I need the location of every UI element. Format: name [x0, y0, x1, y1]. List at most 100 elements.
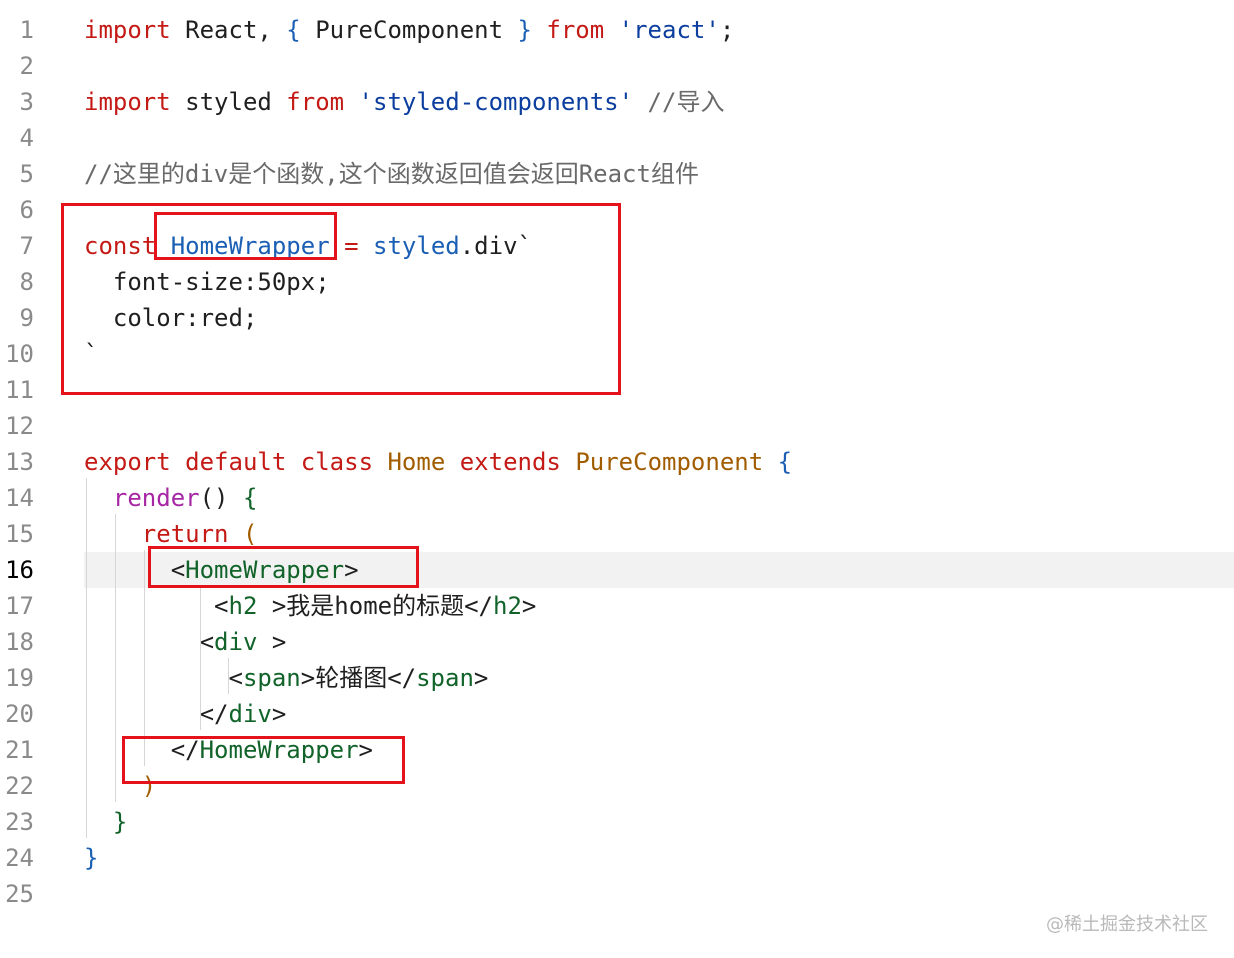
code-token: 'react' — [618, 16, 720, 44]
code-editor[interactable]: 25 24} 23 } 22 ) 21 </HomeWrapper> 20 </div> 1… — [0, 0, 1234, 958]
code-token: >我是home的标题</ — [257, 592, 493, 620]
code-text: import styled from 'styled-components' /… — [84, 84, 724, 120]
line-number: 20 — [5, 700, 34, 728]
code-token: } — [112, 808, 128, 836]
code-line-17[interactable]: 17 <h2 >我是home的标题</h2> — [0, 588, 1234, 624]
code-line-18[interactable]: 18 <div > — [0, 624, 1234, 660]
code-line-5[interactable]: 5 //这里的div是个函数,这个函数返回值会返回React组件 — [0, 156, 1234, 192]
code-token: </ — [84, 700, 229, 728]
code-text: render() { — [84, 480, 258, 516]
code-token: import — [84, 16, 171, 44]
line-number: 22 — [5, 772, 34, 800]
code-text: <h2 >我是home的标题</h2> — [84, 588, 536, 624]
line-number: 17 — [5, 592, 34, 620]
line-number: 1 — [19, 16, 34, 44]
code-token: from — [546, 16, 605, 44]
code-line-1[interactable]: 1 import React, { PureComponent } from 'r… — [0, 12, 1234, 48]
code-token: return — [141, 520, 229, 548]
code-text: } — [84, 804, 127, 840]
code-token: > — [521, 592, 537, 620]
code-line-4[interactable]: 4 — [0, 120, 1234, 156]
code-token: { — [286, 16, 301, 44]
code-token: < — [84, 592, 229, 620]
code-token: import — [84, 88, 171, 116]
code-token: PureComponent — [575, 448, 764, 476]
line-number: 25 — [5, 880, 34, 908]
line-number: 23 — [5, 808, 34, 836]
line-number: 15 — [5, 520, 34, 548]
code-token: from — [286, 88, 345, 116]
line-number: 7 — [19, 232, 34, 260]
code-token: div — [228, 700, 272, 728]
code-token: class — [300, 448, 374, 476]
code-token: styled — [170, 88, 287, 116]
code-line-23[interactable]: 23 } — [0, 804, 1234, 840]
indent-guide — [200, 586, 201, 730]
line-number: 8 — [19, 268, 34, 296]
annotation-box-close-tag — [122, 736, 405, 784]
code-text: //这里的div是个函数,这个函数返回值会返回React组件 — [84, 156, 699, 192]
watermark: @稀土掘金技术社区 — [1046, 914, 1208, 935]
annotation-box-open-tag — [148, 546, 419, 588]
code-token: extends — [459, 448, 561, 476]
code-token: ( — [242, 520, 258, 548]
line-number: 11 — [5, 376, 34, 404]
line-number: 4 — [19, 124, 34, 152]
code-token: div — [214, 628, 258, 656]
code-line-24[interactable]: 24} — [0, 840, 1234, 876]
code-token: h2 — [493, 592, 522, 620]
annotation-box-styled-block — [61, 203, 621, 395]
line-number: 6 — [19, 196, 34, 224]
indent-guide — [228, 658, 229, 694]
code-token: } — [84, 844, 99, 872]
code-token: span — [416, 664, 474, 692]
line-number: 12 — [5, 412, 34, 440]
code-line-20[interactable]: 20 </div> — [0, 696, 1234, 732]
indent-guide — [86, 478, 87, 838]
line-number: 18 — [5, 628, 34, 656]
line-number: 16 — [5, 556, 34, 584]
code-token: >轮播图</ — [300, 664, 417, 692]
code-token: PureComponent — [300, 16, 518, 44]
code-token: render — [112, 484, 200, 512]
code-line-14[interactable]: 14 render() { — [0, 480, 1234, 516]
code-token: < — [84, 628, 215, 656]
code-text: export default class Home extends PureCo… — [84, 444, 792, 480]
code-line-13[interactable]: 13 export default class Home extends Pure… — [0, 444, 1234, 480]
code-text: } — [84, 840, 98, 876]
code-token: < — [84, 664, 243, 692]
code-token: h2 — [228, 592, 258, 620]
code-text: import React, { PureComponent } from 're… — [84, 12, 734, 48]
line-number: 21 — [5, 736, 34, 764]
code-line-19[interactable]: 19 <span>轮播图</span> — [0, 660, 1234, 696]
code-token: > — [271, 700, 287, 728]
code-token: ; — [719, 16, 735, 44]
code-token: Home — [387, 448, 446, 476]
line-number: 9 — [19, 304, 34, 332]
line-number: 2 — [19, 52, 34, 80]
code-token: { — [777, 448, 793, 476]
line-number: 24 — [5, 844, 34, 872]
line-number: 13 — [5, 448, 34, 476]
line-number: 3 — [19, 88, 34, 116]
code-line-25[interactable]: 25 — [0, 876, 1234, 912]
code-token: > — [473, 664, 489, 692]
code-token: default — [185, 448, 287, 476]
line-number: 19 — [5, 664, 34, 692]
code-line-3[interactable]: 3 import styled from 'styled-components' … — [0, 84, 1234, 120]
code-line-12[interactable]: 12 — [0, 408, 1234, 444]
code-line-2[interactable]: 2 — [0, 48, 1234, 84]
